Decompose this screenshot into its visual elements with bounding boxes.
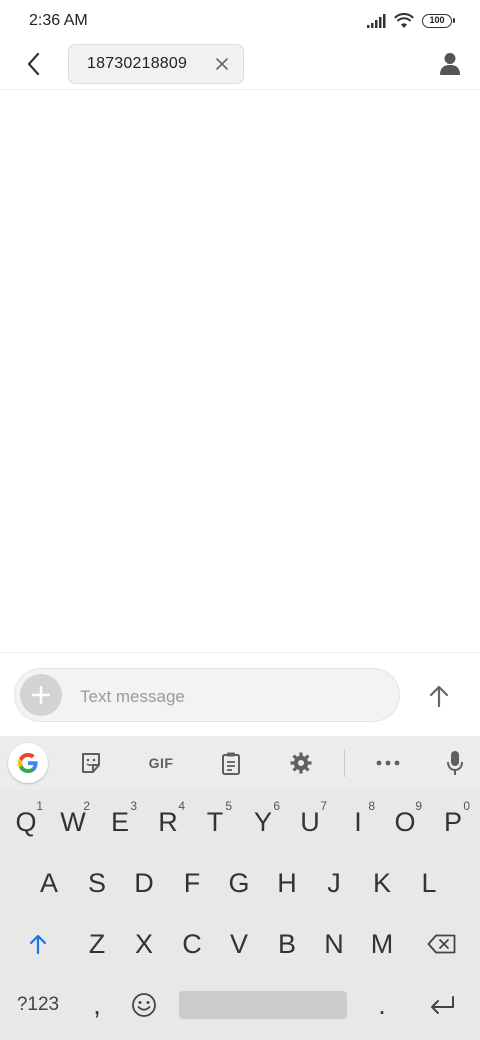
- key-l[interactable]: L: [406, 858, 452, 908]
- key-s[interactable]: S: [74, 858, 120, 908]
- composer-bar: Text message: [0, 652, 480, 736]
- plus-icon: [31, 685, 51, 705]
- recipient-chip[interactable]: 18730218809: [68, 44, 244, 84]
- key-c[interactable]: C: [169, 919, 215, 969]
- emoji-key[interactable]: [121, 980, 167, 1030]
- key-w[interactable]: W2: [50, 797, 96, 847]
- keyboard-toolbar: GIF: [0, 736, 480, 790]
- key-r[interactable]: R4: [145, 797, 191, 847]
- arrow-up-icon: [429, 685, 449, 708]
- period-key[interactable]: .: [359, 980, 405, 1030]
- send-button[interactable]: [420, 677, 458, 715]
- key-z[interactable]: Z: [74, 919, 120, 969]
- battery-icon: 100: [422, 14, 455, 28]
- message-placeholder: Text message: [80, 687, 185, 706]
- key-e[interactable]: E3: [97, 797, 143, 847]
- status-bar: 2:36 AM 100: [0, 0, 480, 42]
- key-x[interactable]: X: [121, 919, 167, 969]
- recipient-number: 18730218809: [87, 55, 188, 72]
- conversation-header: 18730218809: [0, 42, 480, 90]
- message-list[interactable]: [0, 91, 480, 652]
- key-j[interactable]: J: [311, 858, 357, 908]
- contact-button[interactable]: [434, 48, 466, 80]
- key-m[interactable]: M: [359, 919, 405, 969]
- shift-key[interactable]: [10, 919, 66, 969]
- shift-arrow-icon: [29, 934, 47, 955]
- clipboard-icon: [222, 752, 240, 775]
- key-b[interactable]: B: [264, 919, 310, 969]
- toolbar-divider: [344, 749, 345, 777]
- signal-icon: [367, 14, 386, 28]
- gif-button[interactable]: GIF: [140, 743, 182, 783]
- key-h[interactable]: H: [264, 858, 310, 908]
- clipboard-button[interactable]: [211, 743, 251, 783]
- symbols-key[interactable]: ?123: [6, 980, 70, 1030]
- key-i[interactable]: I8: [335, 797, 381, 847]
- key-q[interactable]: Q1: [3, 797, 49, 847]
- key-o[interactable]: O9: [382, 797, 428, 847]
- key-t[interactable]: T5: [192, 797, 238, 847]
- key-y[interactable]: Y6: [240, 797, 286, 847]
- message-input[interactable]: Text message: [14, 668, 400, 722]
- key-d[interactable]: D: [121, 858, 167, 908]
- settings-icon: [290, 752, 312, 774]
- close-icon[interactable]: [215, 57, 229, 71]
- key-a[interactable]: A: [26, 858, 72, 908]
- wifi-icon: [394, 13, 414, 28]
- back-button[interactable]: [18, 48, 50, 80]
- more-icon: [376, 760, 400, 766]
- key-n[interactable]: N: [311, 919, 357, 969]
- sticker-button[interactable]: [71, 743, 111, 783]
- space-key[interactable]: [179, 991, 347, 1019]
- add-attachment-button[interactable]: [20, 674, 62, 716]
- settings-button[interactable]: [281, 743, 321, 783]
- key-f[interactable]: F: [169, 858, 215, 908]
- gif-label: GIF: [148, 755, 174, 771]
- key-g[interactable]: G: [216, 858, 262, 908]
- enter-icon: [431, 996, 454, 1014]
- back-chevron-icon: [27, 52, 40, 76]
- more-button[interactable]: [368, 743, 408, 783]
- emoji-icon: [132, 993, 156, 1017]
- comma-key[interactable]: ,: [74, 980, 120, 1030]
- keyboard: GIF Q 1 W 2 E 3 R 4 T 5 Y 6 U 7 I 8 O 9 …: [0, 736, 480, 1040]
- status-time: 2:36 AM: [29, 12, 88, 29]
- voice-input-button[interactable]: [435, 743, 475, 783]
- backspace-key[interactable]: [414, 919, 470, 969]
- enter-key[interactable]: [414, 980, 470, 1030]
- key-p[interactable]: P0: [430, 797, 476, 847]
- key-u[interactable]: U7: [287, 797, 333, 847]
- mic-icon: [447, 751, 463, 775]
- person-icon: [440, 53, 460, 75]
- sticker-icon: [82, 753, 100, 773]
- google-icon: [18, 753, 38, 773]
- key-k[interactable]: K: [359, 858, 405, 908]
- key-v[interactable]: V: [216, 919, 262, 969]
- status-icons: 100: [366, 12, 455, 30]
- google-search-button[interactable]: [8, 743, 48, 783]
- backspace-icon: [427, 934, 456, 954]
